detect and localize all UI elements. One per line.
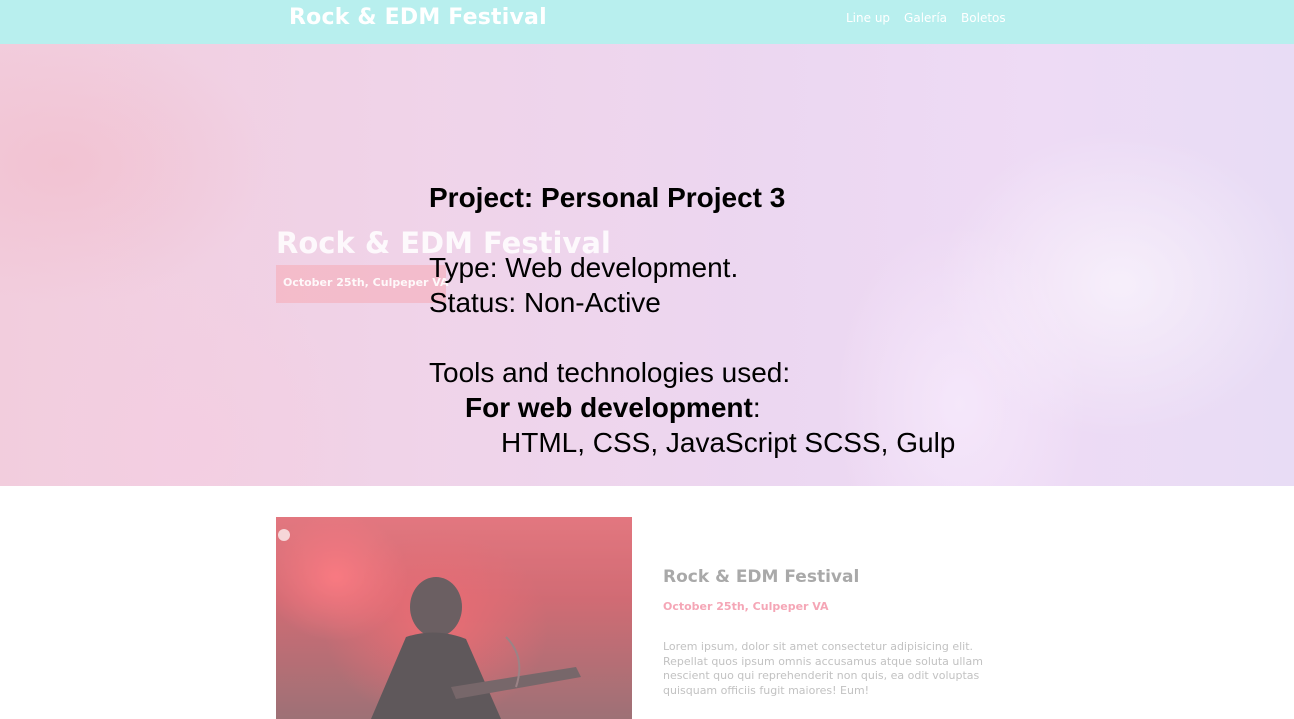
card-title: Rock & EDM Festival [663, 567, 860, 587]
project-status: Status: Non-Active [429, 287, 661, 318]
tools-heading: Tools and technologies used: [429, 357, 791, 388]
nav-link-line-up[interactable]: Line up [846, 11, 890, 25]
main-nav: Line up Galería Boletos [846, 11, 1006, 25]
card-date: October 25th, Culpeper VA [663, 600, 829, 613]
photo-overlay [276, 517, 632, 719]
page: Rock & EDM Festival Line up Galería Bole… [0, 0, 1294, 719]
card-description: Lorem ipsum, dolor sit amet consectetur … [663, 640, 983, 697]
web-dev-colon: : [752, 392, 761, 423]
project-name: Project: Personal Project 3 [429, 182, 786, 213]
project-info-overlay: Project: Personal Project 3 Type: Web de… [429, 180, 955, 460]
nav-link-boletos[interactable]: Boletos [961, 11, 1006, 25]
web-dev-tools: HTML, CSS, JavaScript SCSS, Gulp [501, 427, 956, 458]
web-dev-row: For web development: [429, 390, 955, 425]
site-header: Rock & EDM Festival Line up Galería Bole… [0, 0, 1294, 44]
project-type: Type: Web development. [429, 252, 739, 283]
web-dev-label: For web development [465, 392, 753, 423]
nav-link-galeria[interactable]: Galería [904, 11, 947, 25]
site-title[interactable]: Rock & EDM Festival [289, 5, 547, 30]
concert-photo [276, 517, 632, 719]
hero-date: October 25th, Culpeper VA [283, 276, 449, 289]
hero-date-badge: October 25th, Culpeper VA [276, 265, 449, 303]
